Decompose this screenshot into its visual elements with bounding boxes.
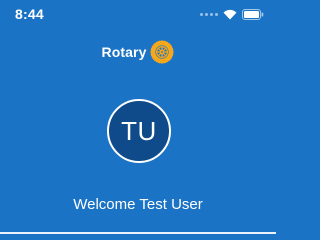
status-bar: 8:44	[0, 0, 276, 28]
signal-dots-icon	[200, 13, 218, 16]
avatar-initials: TU	[121, 115, 157, 146]
content-panel-edge	[0, 232, 276, 234]
logo-text: Rotary	[101, 44, 147, 60]
welcome-screen: 8:44 Rotary TU Welcome Test User	[0, 0, 276, 234]
rotary-wheel-icon	[150, 40, 174, 64]
status-icons	[200, 9, 264, 20]
welcome-message: Welcome Test User	[73, 196, 203, 213]
battery-icon	[242, 9, 264, 20]
status-time: 8:44	[15, 6, 44, 22]
avatar[interactable]: TU	[107, 99, 171, 163]
rotary-logo: Rotary	[0, 40, 276, 64]
wifi-icon	[223, 9, 237, 20]
